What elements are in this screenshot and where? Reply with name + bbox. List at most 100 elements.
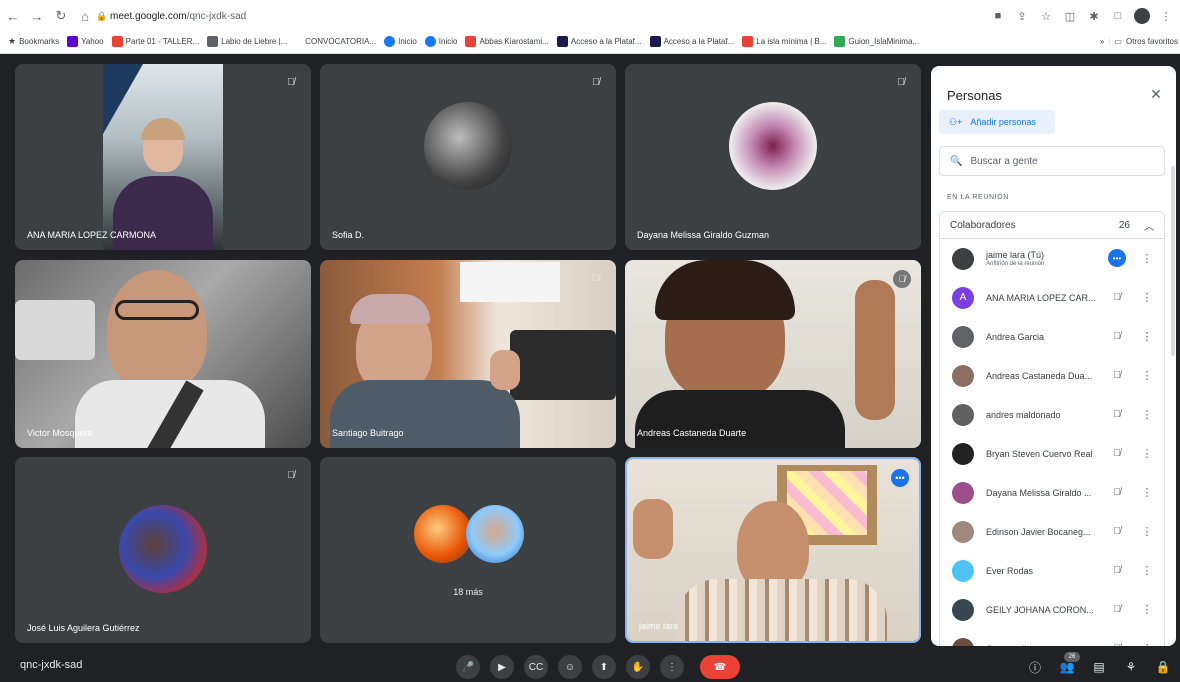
search-input[interactable]: 🔍 Buscar a gente: [939, 146, 1165, 176]
collaborators-group-header[interactable]: Colaboradores 26 ︿: [939, 211, 1165, 239]
participant-more-icon[interactable]: ⋮: [1140, 602, 1154, 616]
muted-mic-icon[interactable]: 🎙̸: [1110, 368, 1124, 382]
bookmark-item[interactable]: Parte 01 - TALLER...: [111, 35, 199, 47]
forward-icon[interactable]: →: [26, 5, 48, 27]
extension-icon[interactable]: ◫: [1060, 6, 1080, 26]
participant-more-icon[interactable]: ⋮: [1140, 329, 1154, 343]
bookmark-item[interactable]: Labio de Liebre |...: [207, 35, 287, 47]
bookmark-item[interactable]: Acceso a la Plataf...: [556, 35, 642, 47]
participant-row[interactable]: Gustavo Ibarra 🎙̸ ⋮: [940, 629, 1164, 646]
muted-mic-icon[interactable]: 🎙̸: [1110, 329, 1124, 343]
home-icon[interactable]: ⌂: [74, 5, 96, 27]
more-bookmarks-chevron[interactable]: »: [1100, 37, 1104, 46]
participant-row[interactable]: andres maldonado 🎙̸ ⋮: [940, 395, 1164, 434]
leave-call-button[interactable]: ☎: [700, 655, 740, 679]
participant-row[interactable]: Edinson Javier Bocaneg... 🎙̸ ⋮: [940, 512, 1164, 551]
participant-row[interactable]: Andreas Castaneda Dua... 🎙̸ ⋮: [940, 356, 1164, 395]
muted-mic-icon[interactable]: 🎙̸: [1110, 446, 1124, 460]
participant-tile[interactable]: 🎙̸ Andreas Castaneda Duarte: [625, 260, 921, 448]
muted-mic-icon[interactable]: 🎙̸: [1110, 641, 1124, 647]
more-options-icon[interactable]: ⋮: [660, 655, 684, 679]
people-icon[interactable]: 👥 26: [1058, 652, 1080, 676]
meeting-code: qnc-jxdk-sad: [20, 659, 83, 671]
participant-row[interactable]: Bryan Steven Cuervo Real 🎙̸ ⋮: [940, 434, 1164, 473]
sidebar-icon[interactable]: □: [1108, 6, 1128, 26]
participant-more-icon[interactable]: ⋮: [1140, 290, 1154, 304]
raise-hand-icon[interactable]: ✋: [626, 655, 650, 679]
more-options-icon[interactable]: •••: [891, 469, 909, 487]
bookmark-item[interactable]: Acceso a la Plataf...: [649, 35, 734, 47]
participant-row[interactable]: A ANA MARIA LOPEZ CAR... 🎙̸ ⋮: [940, 278, 1164, 317]
participant-row[interactable]: Dayana Melissa Giraldo ... 🎙̸ ⋮: [940, 473, 1164, 512]
participant-more-icon[interactable]: ⋮: [1140, 563, 1154, 577]
camera-icon[interactable]: ▶: [490, 655, 514, 679]
meeting-details-icon[interactable]: ⓘ: [1026, 658, 1044, 676]
present-screen-icon[interactable]: ⬆: [592, 655, 616, 679]
participant-more-icon[interactable]: ⋮: [1140, 524, 1154, 538]
participant-row[interactable]: GEILY JOHANA CORON... 🎙̸ ⋮: [940, 590, 1164, 629]
participant-row[interactable]: Ever Rodas 🎙̸ ⋮: [940, 551, 1164, 590]
participant-tile[interactable]: 🎙̸ Sofia D.: [320, 64, 616, 250]
add-people-button[interactable]: ⚇+ Añadir personas: [939, 110, 1055, 134]
group-label: Colaboradores: [950, 219, 1016, 231]
participant-more-icon[interactable]: ⋮: [1140, 368, 1154, 382]
profile-icon[interactable]: [1132, 6, 1152, 26]
participant-row[interactable]: Andrea Garcia 🎙̸ ⋮: [940, 317, 1164, 356]
bookmark-item[interactable]: Yahoo: [67, 35, 104, 47]
participant-video: [627, 459, 919, 641]
participant-tile[interactable]: 🎙̸ ANA MARIA LOPEZ CARMONA: [15, 64, 311, 250]
participant-video: [320, 260, 616, 448]
menu-icon[interactable]: ⋮: [1156, 6, 1176, 26]
bookmark-item[interactable]: La isla mínima | B...: [742, 35, 826, 47]
participant-avatar: [952, 247, 974, 270]
participant-more-icon[interactable]: ⋮: [1140, 641, 1154, 647]
participant-more-icon[interactable]: ⋮: [1140, 251, 1154, 265]
participant-tile[interactable]: 🎙̸ Santiago Buitrago: [320, 260, 616, 448]
muted-mic-icon[interactable]: 🎙̸: [1110, 563, 1124, 577]
participant-tile-self[interactable]: ••• jaime lara: [625, 457, 921, 643]
camera-indicator-icon[interactable]: ■: [988, 6, 1008, 26]
scrollbar[interactable]: [1171, 166, 1175, 356]
search-icon: 🔍: [950, 155, 963, 167]
url-path: /qnc-jxdk-sad: [186, 10, 247, 22]
muted-mic-icon[interactable]: 🎙̸: [1110, 407, 1124, 421]
muted-mic-icon[interactable]: 🎙̸: [1110, 524, 1124, 538]
puzzle-icon[interactable]: ✱: [1084, 6, 1104, 26]
reload-icon[interactable]: ↻: [50, 5, 72, 27]
chevron-up-icon[interactable]: ︿: [1144, 218, 1154, 233]
participant-tile[interactable]: 🎙̸ José Luis Aguilera Gutiérrez: [15, 457, 311, 643]
participant-more-icon[interactable]: ⋮: [1140, 446, 1154, 460]
muted-mic-icon[interactable]: 🎙̸: [1110, 602, 1124, 616]
participant-more-icon[interactable]: ⋮: [1140, 407, 1154, 421]
participant-tile[interactable]: Victor Mosquera: [15, 260, 311, 448]
chat-icon[interactable]: ▤: [1090, 658, 1108, 676]
participant-more-icon[interactable]: ⋮: [1140, 485, 1154, 499]
bookmark-item[interactable]: Inicio: [384, 35, 417, 47]
more-participants-tile[interactable]: 18 más: [320, 457, 616, 643]
microphone-icon[interactable]: 🎤: [456, 655, 480, 679]
muted-mic-icon[interactable]: 🎙̸: [1110, 485, 1124, 499]
close-icon[interactable]: ✕: [1146, 84, 1166, 104]
share-icon[interactable]: ⇪: [1012, 6, 1032, 26]
back-icon[interactable]: ←: [2, 5, 24, 27]
bookmark-item[interactable]: Guion_IslaMinima...: [834, 35, 919, 47]
activities-icon[interactable]: ⚘: [1122, 658, 1140, 676]
participant-name: GEILY JOHANA CORON...: [986, 605, 1096, 615]
star-icon[interactable]: ☆: [1036, 6, 1056, 26]
bookmark-item[interactable]: Inicio: [424, 35, 457, 47]
participant-row[interactable]: jaime lara (Tú) Anfitrión de la reunión ••…: [940, 239, 1164, 278]
other-bookmarks-label: Otros favoritos: [1125, 36, 1178, 46]
muted-mic-icon[interactable]: 🎙̸: [1110, 290, 1124, 304]
participant-name-text: Edinson Javier Bocaneg...: [986, 526, 1091, 537]
other-bookmarks[interactable]: » | ▭ Otros favoritos: [1095, 30, 1178, 52]
bookmark-item[interactable]: ★ Bookmarks: [8, 36, 59, 47]
emoji-icon[interactable]: ☺: [558, 655, 582, 679]
participant-name: andres maldonado: [986, 410, 1096, 420]
participant-tile[interactable]: 🎙̸ Dayana Melissa Giraldo Guzman: [625, 64, 921, 250]
captions-icon[interactable]: CC: [524, 655, 548, 679]
bookmark-item[interactable]: Abbas Kiarostami...: [465, 35, 549, 47]
bookmark-item[interactable]: CONVOCATORIA...: [305, 37, 376, 46]
address-bar[interactable]: 🔒 meet.google.com/qnc-jxdk-sad: [96, 6, 976, 26]
host-controls-icon[interactable]: 🔒: [1154, 658, 1172, 676]
lock-icon[interactable]: 🔒: [96, 11, 110, 22]
